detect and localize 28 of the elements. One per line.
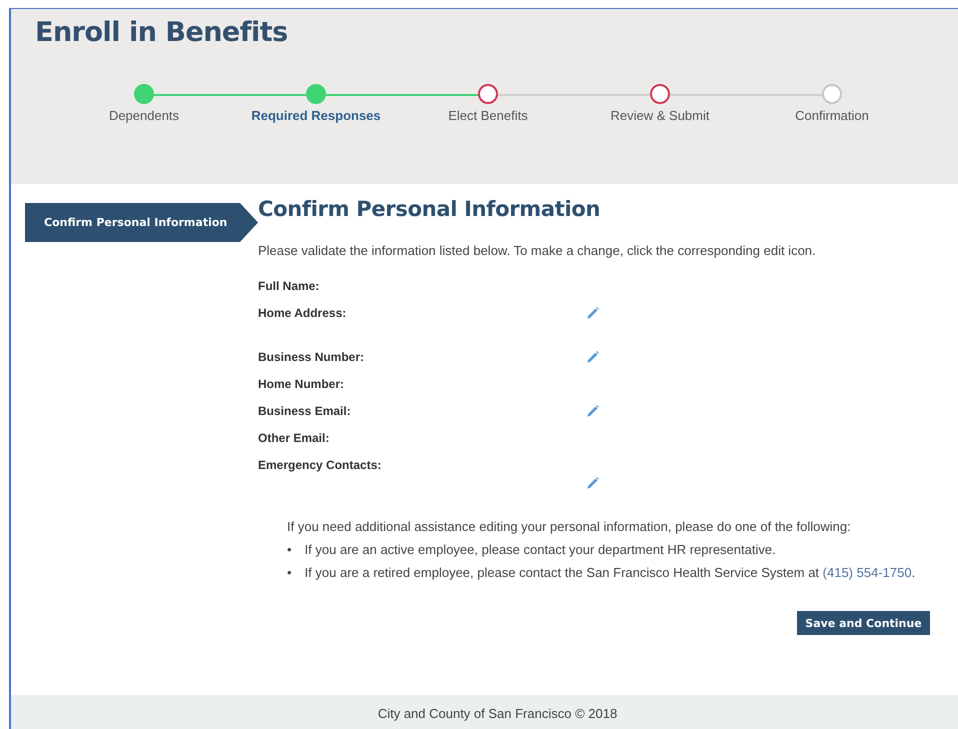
edit-icon[interactable] (586, 476, 600, 490)
step-label[interactable]: Confirmation (795, 108, 869, 123)
edit-icon[interactable] (586, 350, 600, 364)
sidebar-item[interactable]: Confirm Personal Information (25, 203, 258, 242)
edit-icon[interactable] (586, 404, 600, 418)
help-bullet: If you are an active employee, please contact your department HR representative. (304, 542, 776, 558)
edit-icon[interactable] (586, 306, 600, 320)
field-label: Home Number: (258, 377, 346, 391)
step-label[interactable]: Review & Submit (610, 108, 710, 123)
phone-link[interactable]: (415) 554-1750 (822, 565, 912, 580)
field-label: Full Name: (258, 279, 320, 293)
field-label: Business Number: (258, 350, 366, 364)
field-label: Other Email: (258, 431, 330, 445)
save-and-continue-button[interactable]: Save and Continue (797, 611, 930, 635)
footer-text: City and County of San Francisco © 2018 (378, 706, 618, 721)
step-label[interactable]: Required Responses (251, 108, 381, 123)
field-label: Emergency Contacts: (258, 458, 382, 472)
field-label: Home Address: (258, 306, 348, 320)
page-title: Enroll in Benefits (34, 16, 289, 48)
step-label[interactable]: Elect Benefits (448, 108, 528, 123)
field-label: Business Email: (258, 404, 352, 418)
step-label[interactable]: Dependents (108, 108, 180, 123)
instructions-text: Please validate the information listed below. To make a change, click the corresponding edit icon. (258, 243, 817, 258)
bullet-marker: • (287, 542, 292, 558)
section-title: Confirm Personal Information (258, 197, 602, 221)
help-text: If you need additional assistance editing your personal information, please do one of the following: (287, 519, 852, 534)
help-bullet: If you are a retired employee, please contact the San Francisco Health Service System at (415) 554-1750. (304, 565, 916, 581)
bullet-marker: • (287, 565, 292, 581)
